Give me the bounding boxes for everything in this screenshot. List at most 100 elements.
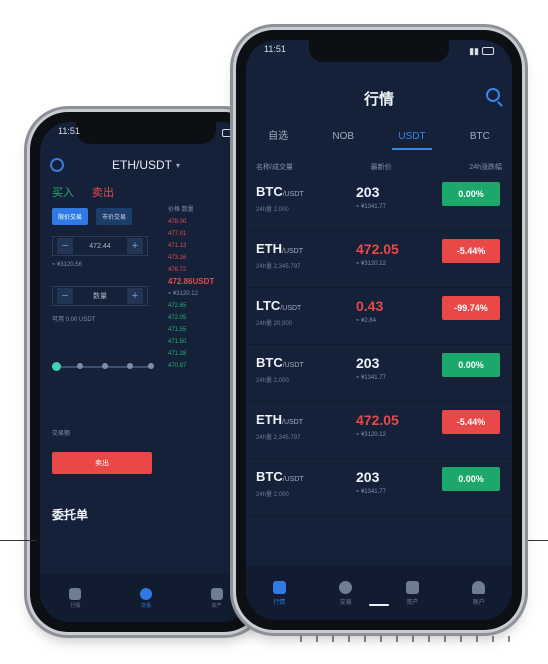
price-input[interactable]: − 472.44 + [52, 236, 148, 256]
pair-quote: /USDT [282, 419, 303, 426]
amount-slider[interactable] [52, 362, 154, 371]
pair-symbol: ETH/USDT [256, 241, 303, 256]
slider-handle[interactable] [52, 362, 61, 371]
last-price: 203 [356, 355, 380, 371]
slider-step[interactable] [127, 363, 133, 369]
divider [0, 540, 36, 541]
pair-symbol: ETH/USDT [256, 412, 303, 427]
page-title: 行情 [363, 91, 394, 108]
market-row[interactable]: BTC/USDT 24h量 2,000 203 ≈ ¥1341.77 0.00% [246, 345, 512, 402]
bid-row[interactable]: 471.55 [168, 324, 228, 336]
tab-usdt[interactable]: USDT [392, 126, 432, 150]
market-screen: 11:51 ▮▮ 行情 自选 NOB USDT BTC 名称/成交量 最新价 2… [246, 40, 512, 620]
ask-row[interactable]: 478.00 [168, 216, 228, 228]
last-price: 203 [356, 469, 380, 485]
price-cny: ≈ ¥3120.12 [356, 261, 386, 267]
pair-quote: /USDT [282, 476, 304, 483]
change-badge[interactable]: -5.44% [442, 410, 500, 434]
ask-row[interactable]: 471.13 [168, 240, 228, 252]
trade-screen: 11:51 ETH/USDT ▾ 买入 卖出 限价交易 市价交易 − 472.4… [40, 122, 252, 622]
amount-placeholder: 数量 [93, 293, 107, 300]
status-icons [222, 126, 234, 140]
tab-btc[interactable]: BTC [464, 126, 496, 148]
tab-favorites[interactable]: 自选 [262, 126, 294, 148]
bid-row[interactable]: 472.05 [168, 312, 228, 324]
pair-quote: /USDT [282, 191, 304, 198]
minus-icon[interactable]: − [57, 238, 73, 254]
pair-symbol: BTC/USDT [256, 184, 304, 199]
slider-step[interactable] [102, 363, 108, 369]
battery-icon [222, 129, 234, 137]
ask-row[interactable]: 473.16 [168, 252, 228, 264]
tab-sell[interactable]: 卖出 [92, 184, 114, 200]
pair-quote: /USDT [282, 248, 303, 255]
col-change[interactable]: 24h涨跌幅 [469, 162, 502, 172]
nav-trade[interactable]: 交易 [339, 580, 353, 606]
chevron-down-icon[interactable]: ▾ [176, 161, 180, 170]
wallet-icon [210, 587, 223, 600]
ask-row[interactable]: 477.01 [168, 228, 228, 240]
ask-row[interactable]: 476.72 [168, 264, 228, 276]
slider-step[interactable] [148, 363, 154, 369]
change-badge[interactable]: 0.00% [442, 182, 500, 206]
tab-buy[interactable]: 买入 [52, 184, 74, 200]
nav-market[interactable]: 行情 [272, 580, 286, 606]
battery-icon [482, 47, 494, 55]
nav-assets[interactable]: 资产 [210, 587, 223, 609]
tab-nob[interactable]: NOB [326, 126, 360, 148]
sell-button[interactable]: 卖出 [52, 452, 152, 474]
change-badge[interactable]: -5.44% [442, 239, 500, 263]
slider-step[interactable] [77, 363, 83, 369]
pair-volume: 24h量 2,345.797 [256, 435, 301, 441]
minus-icon[interactable]: − [57, 288, 73, 304]
signal-icon: ▮▮ [469, 45, 479, 56]
plus-icon[interactable]: + [126, 238, 143, 254]
orders-title: 委托单 [52, 508, 89, 522]
status-icons: ▮▮ [469, 44, 494, 58]
market-row[interactable]: LTC/USDT 24h量 20,000 0.43 ≈ ¥2.84 -99.74% [246, 288, 512, 345]
pair-selector[interactable]: ETH/USDT [112, 158, 172, 172]
status-bar: 11:51 ▮▮ [264, 44, 494, 58]
market-phone: 11:51 ▮▮ 行情 自选 NOB USDT BTC 名称/成交量 最新价 2… [236, 30, 522, 630]
trade-amount-label: 交易额 [52, 431, 71, 437]
change-badge[interactable]: 0.00% [442, 353, 500, 377]
pair-quote: /USDT [280, 305, 302, 312]
nav-market[interactable]: 行情 [69, 587, 82, 609]
bid-row[interactable]: 471.50 [168, 336, 228, 348]
change-badge[interactable]: -99.74% [442, 296, 500, 320]
nav-trade[interactable]: 交易 [139, 587, 152, 609]
last-price: 0.43 [356, 298, 384, 314]
bid-row[interactable]: 471.28 [168, 348, 228, 360]
pair-symbol: BTC/USDT [256, 469, 304, 484]
amount-input[interactable]: − 数量 + [52, 286, 148, 306]
search-icon[interactable] [486, 88, 500, 102]
tab-market[interactable]: 市价交易 [96, 208, 133, 225]
trade-phone: 11:51 ETH/USDT ▾ 买入 卖出 限价交易 市价交易 − 472.4… [30, 112, 262, 632]
price-cny: ≈ ¥3120.12 [356, 432, 386, 438]
plus-icon[interactable]: + [127, 288, 143, 304]
price-cny: ≈ ¥3120.56 [52, 262, 82, 268]
change-badge[interactable]: 0.00% [442, 467, 500, 491]
available-balance: 可用 0.00 USDT [52, 317, 96, 323]
price-cny: ≈ ¥1341.77 [356, 375, 386, 381]
market-list: BTC/USDT 24h量 2,000 203 ≈ ¥1341.77 0.00% ETH/… [246, 174, 512, 516]
price-cny: ≈ ¥1341.77 [356, 204, 386, 210]
col-price[interactable]: 最新价 [371, 162, 392, 172]
divider [520, 540, 548, 541]
market-row[interactable]: ETH/USDT 24h量 2,345.797 472.05 ≈ ¥3120.12 -5… [246, 231, 512, 288]
trade-icon [139, 587, 152, 600]
market-row[interactable]: BTC/USDT 24h量 2,000 203 ≈ ¥1341.77 0.00% [246, 174, 512, 231]
nav-account[interactable]: 账户 [472, 580, 486, 606]
col-name[interactable]: 名称/成交量 [256, 162, 293, 172]
tab-limit[interactable]: 限价交易 [52, 208, 89, 225]
market-row[interactable]: BTC/USDT 24h量 2,000 203 ≈ ¥1341.77 0.00% [246, 459, 512, 516]
trade-icon [339, 580, 353, 594]
status-bar: 11:51 [58, 126, 234, 140]
nav-assets[interactable]: 资产 [405, 580, 419, 606]
back-icon[interactable] [50, 158, 64, 172]
bid-row[interactable]: 470.87 [168, 360, 228, 372]
bid-row[interactable]: 472.65 [168, 300, 228, 312]
chart-icon [272, 580, 286, 594]
order-book-header: 价格 数量 [168, 207, 194, 213]
market-row[interactable]: ETH/USDT 24h量 2,345.797 472.05 ≈ ¥3120.12 -5… [246, 402, 512, 459]
